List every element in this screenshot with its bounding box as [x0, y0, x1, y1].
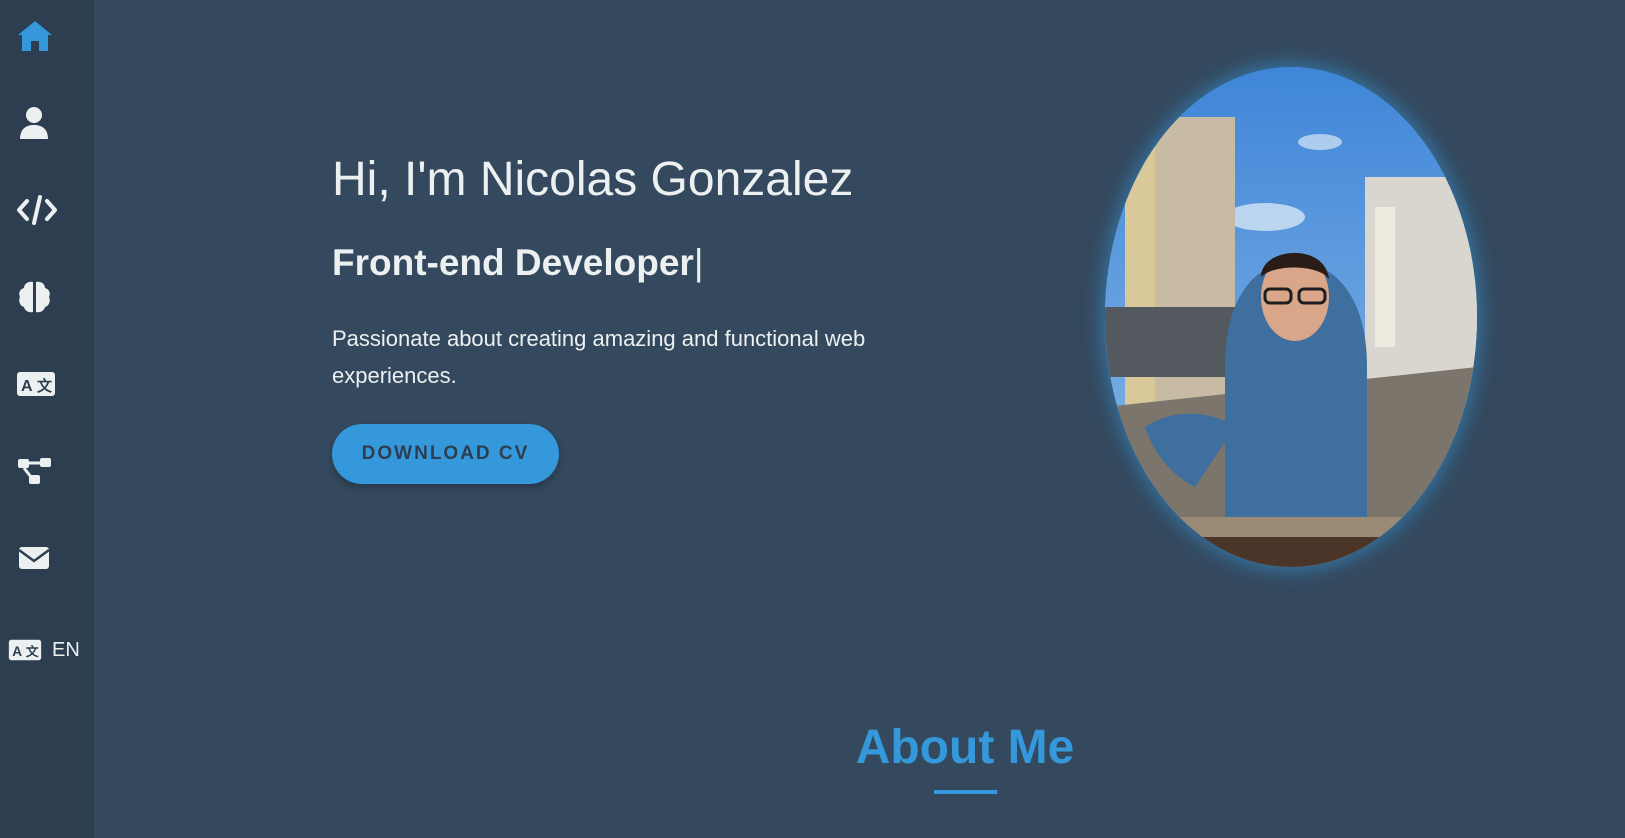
envelope-icon	[18, 547, 50, 569]
profile-photo-image	[1105, 67, 1477, 567]
svg-text:文: 文	[37, 377, 53, 395]
code-icon	[17, 195, 57, 225]
sitemap-icon	[18, 458, 51, 484]
hero-role-text: Front-end Developer	[332, 242, 694, 283]
brain-icon	[19, 281, 50, 313]
hero-role: Front-end Developer|	[332, 242, 703, 284]
sidebar-item-languages[interactable]: A 文	[0, 354, 94, 414]
hero-title: Hi, I'm Nicolas Gonzalez	[332, 153, 854, 206]
translate-icon: A 文	[17, 372, 55, 396]
hero-description: Passionate about creating amazing and fu…	[332, 326, 866, 388]
language-code: EN	[52, 638, 80, 661]
sidebar-item-skills[interactable]	[0, 267, 94, 327]
translate-icon: A 文	[8, 639, 42, 661]
language-switcher[interactable]: A 文 EN	[0, 625, 94, 675]
sidebar-item-experience[interactable]	[0, 441, 94, 501]
download-cv-button[interactable]: DOWNLOAD CV	[332, 424, 559, 484]
sidebar-item-contact[interactable]	[0, 528, 94, 588]
section-underline	[934, 790, 997, 794]
user-icon	[20, 107, 48, 139]
sidebar-item-projects[interactable]	[0, 180, 94, 240]
typing-caret: |	[693, 242, 704, 283]
svg-text:文: 文	[26, 644, 39, 659]
sidebar-item-home[interactable]	[0, 6, 94, 66]
svg-text:A: A	[21, 378, 33, 395]
svg-text:A: A	[12, 644, 22, 659]
sidebar-nav: A 文 A 文 EN	[0, 0, 94, 838]
sidebar-item-about[interactable]	[0, 93, 94, 153]
about-section-title: About Me	[855, 721, 1075, 774]
home-icon	[18, 21, 52, 51]
profile-photo	[1105, 67, 1477, 567]
